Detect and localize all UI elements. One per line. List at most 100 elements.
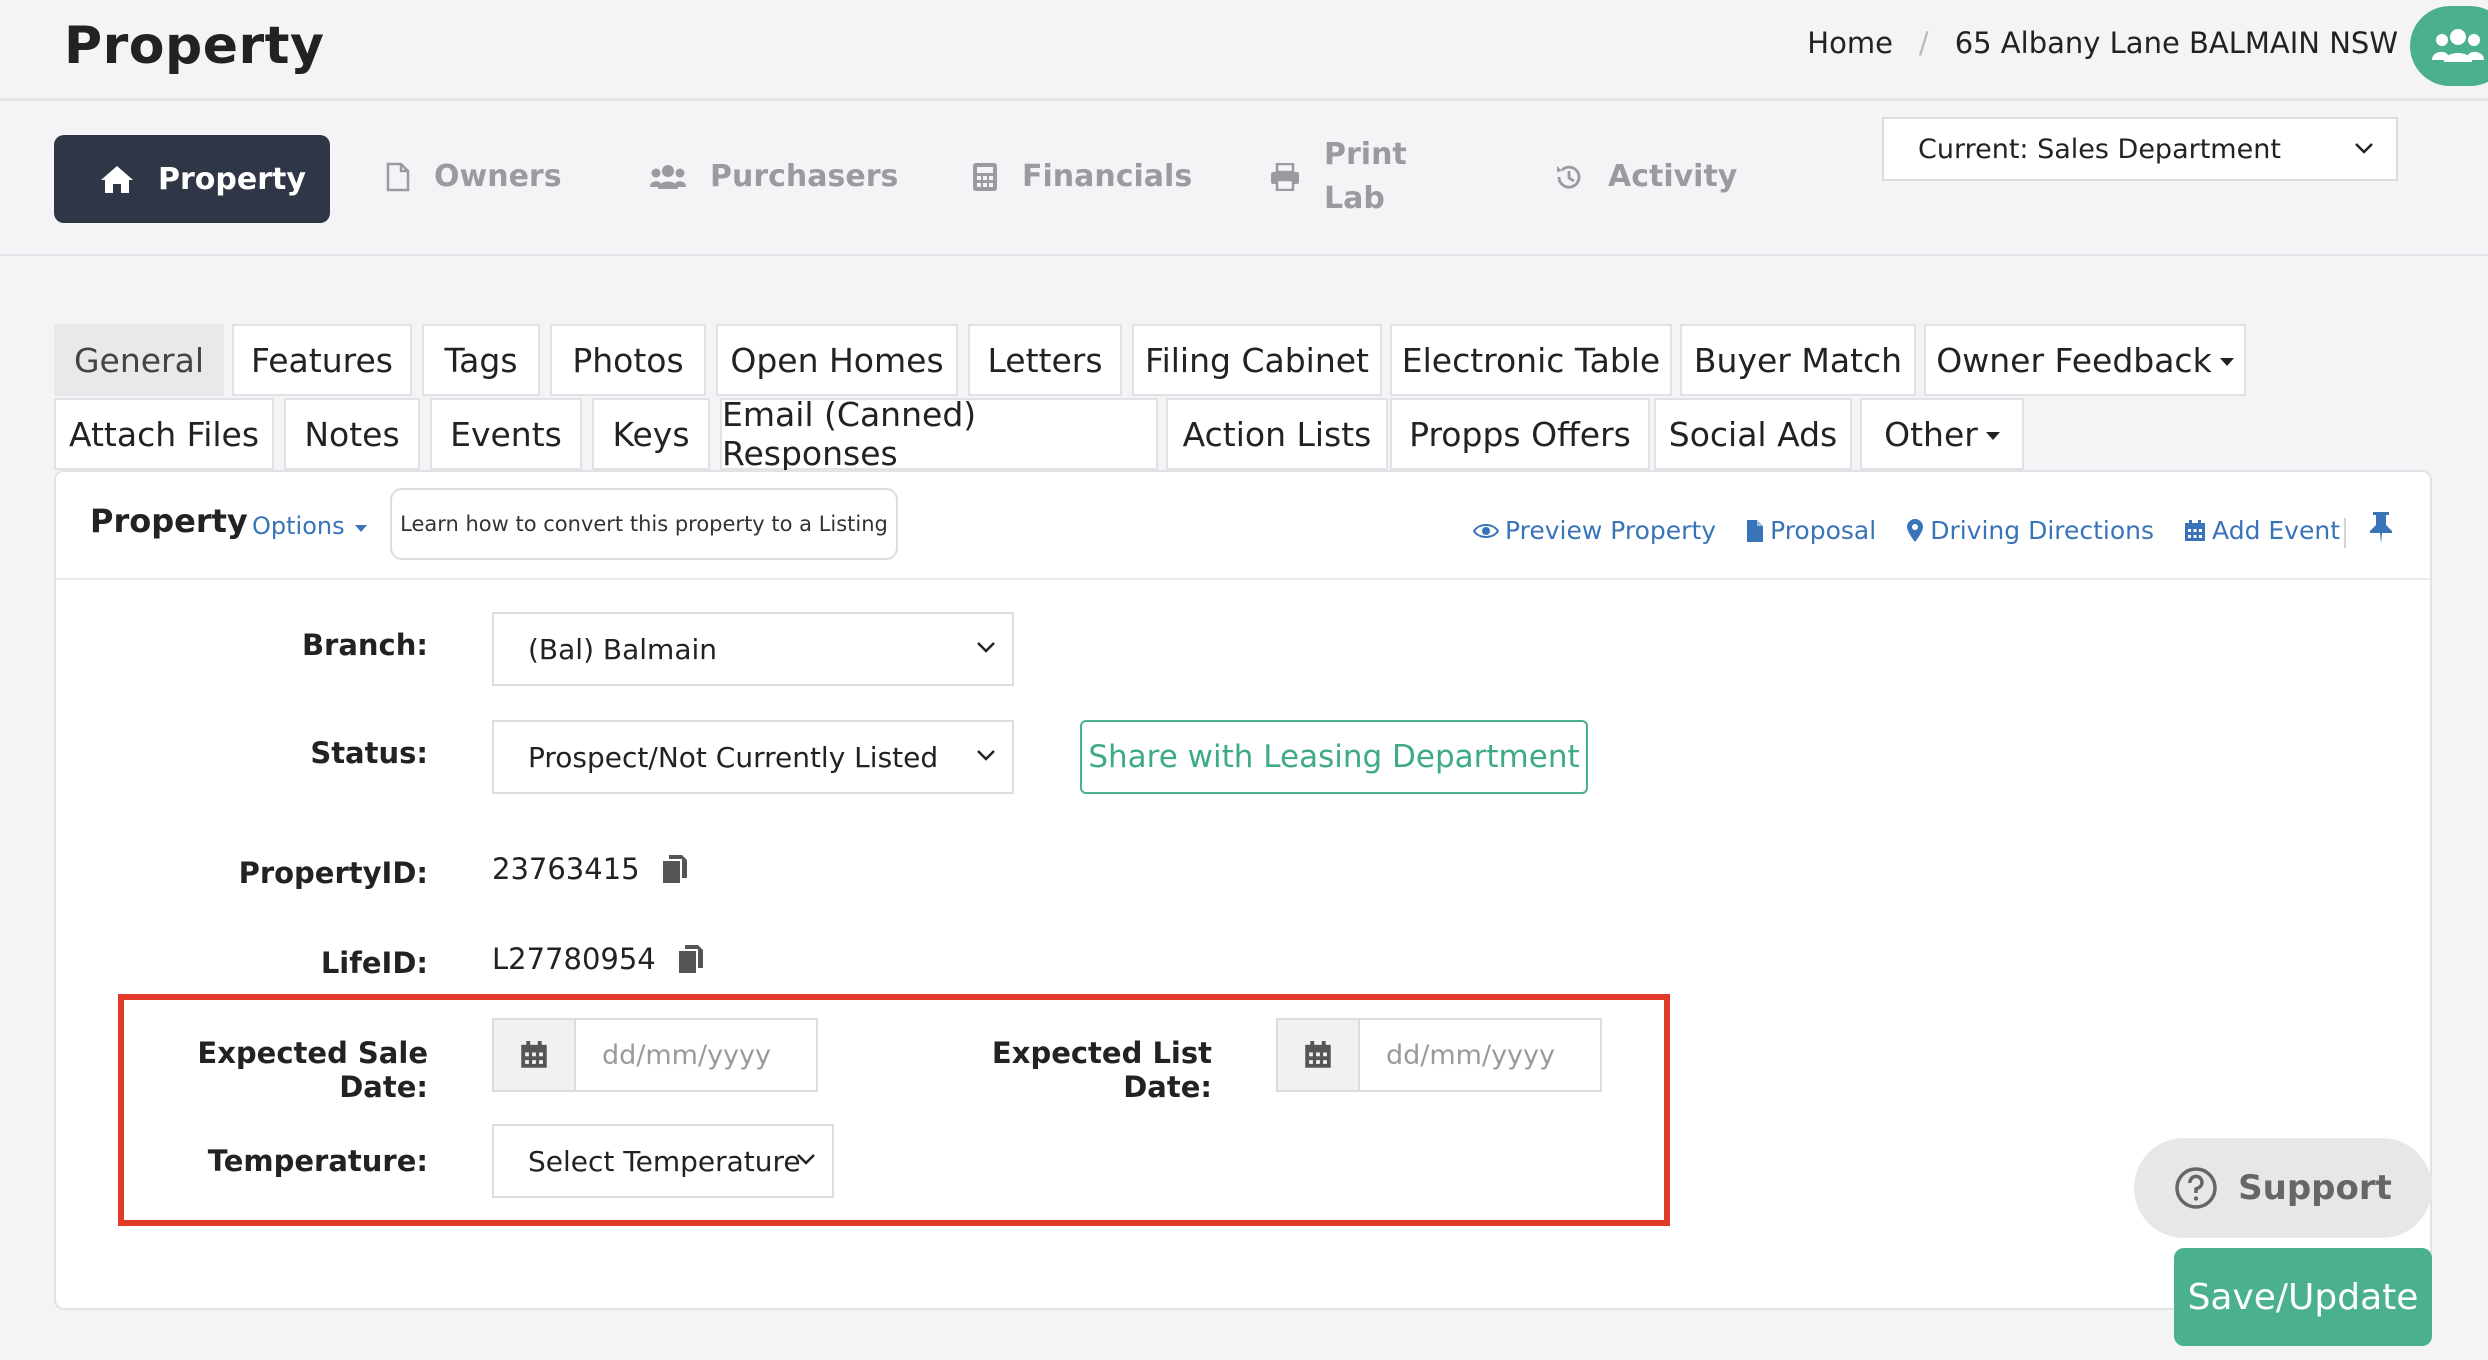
expected-list-date-field[interactable] [1276, 1018, 1602, 1092]
nav-print-lab[interactable]: Print Lab [1270, 133, 1407, 221]
property-id-text: 23763415 [492, 852, 640, 886]
save-update-button[interactable]: Save/Update [2174, 1248, 2432, 1346]
calendar-icon-button[interactable] [1278, 1020, 1360, 1090]
file-icon [386, 162, 410, 191]
tab-general[interactable]: General [54, 324, 224, 396]
nav-activity[interactable]: Activity [1554, 159, 1737, 194]
expected-sale-date-input[interactable] [576, 1020, 816, 1090]
user-menu-button[interactable] [2410, 6, 2488, 86]
options-dropdown[interactable]: Options [252, 512, 367, 540]
tab-other[interactable]: Other [1860, 398, 2024, 470]
tab-other-label: Other [1884, 414, 1978, 454]
calculator-icon [973, 162, 997, 191]
proposal-label: Proposal [1770, 516, 1877, 545]
property-id-value: 23763415 [492, 852, 688, 886]
nav-print-lab-line1: Print [1324, 137, 1407, 172]
panel-header: Property Options Learn how to convert th… [56, 472, 2430, 580]
calendar-icon [2185, 519, 2206, 541]
branch-select-value: (Bal) Balmain [528, 632, 717, 666]
branch-select[interactable]: (Bal) Balmain [492, 612, 1014, 686]
tab-owner-feedback[interactable]: Owner Feedback [1924, 324, 2246, 396]
chevron-down-icon [977, 642, 995, 653]
question-circle-icon [2175, 1167, 2217, 1209]
tab-email-canned-responses[interactable]: Email (Canned) Responses [720, 395, 1158, 473]
map-marker-icon [1907, 518, 1924, 542]
proposal-link[interactable]: Proposal [1746, 516, 1876, 545]
temperature-label: Temperature: [207, 1144, 428, 1178]
printer-icon [1271, 163, 1299, 191]
tab-attach-files[interactable]: Attach Files [54, 398, 274, 470]
temperature-select-value: Select Temperature [528, 1144, 801, 1178]
tab-propps-offers[interactable]: Propps Offers [1390, 398, 1650, 470]
preview-property-link[interactable]: Preview Property [1473, 516, 1716, 545]
tab-owner-feedback-label: Owner Feedback [1936, 340, 2212, 380]
expected-sale-date-label: Expected Sale Date: [197, 1036, 428, 1104]
calendar-icon [1305, 1041, 1331, 1068]
caret-down-icon [2219, 358, 2234, 366]
life-id-text: L27780954 [492, 942, 656, 976]
learn-convert-button[interactable]: Learn how to convert this property to a … [390, 488, 898, 560]
eye-icon [1473, 523, 1499, 538]
tab-letters[interactable]: Letters [968, 324, 1122, 396]
breadcrumb: Home / 65 Albany Lane BALMAIN NSW [1807, 26, 2398, 60]
department-select-value: Current: Sales Department [1918, 133, 2281, 165]
tab-keys[interactable]: Keys [592, 398, 710, 470]
caret-down-icon [1985, 432, 2000, 440]
nav-property[interactable]: Property [54, 135, 330, 223]
tab-photos[interactable]: Photos [550, 324, 706, 396]
nav-purchasers[interactable]: Purchasers [650, 159, 898, 194]
share-with-leasing-button[interactable]: Share with Leasing Department [1080, 720, 1588, 794]
branch-label: Branch: [301, 628, 428, 662]
options-label: Options [252, 512, 345, 540]
calendar-icon [521, 1041, 547, 1068]
copy-icon[interactable] [678, 944, 704, 974]
breadcrumb-home[interactable]: Home [1807, 26, 1893, 60]
status-select[interactable]: Prospect/Not Currently Listed [492, 720, 1014, 794]
nav-purchasers-label: Purchasers [710, 159, 899, 194]
tab-features[interactable]: Features [232, 324, 412, 396]
chevron-down-icon [797, 1154, 815, 1165]
tab-social-ads[interactable]: Social Ads [1654, 398, 1852, 470]
status-label: Status: [310, 736, 428, 770]
nav-activity-label: Activity [1608, 159, 1738, 194]
panel-title: Property [90, 502, 248, 540]
expected-list-date-input[interactable] [1360, 1020, 1600, 1090]
status-select-value: Prospect/Not Currently Listed [528, 740, 939, 774]
tab-electronic-table[interactable]: Electronic Table [1390, 324, 1672, 396]
expected-list-date-label: Expected List Date: [991, 1036, 1212, 1104]
department-select[interactable]: Current: Sales Department [1882, 117, 2398, 181]
preview-property-label: Preview Property [1505, 516, 1717, 545]
driving-directions-label: Driving Directions [1930, 516, 2155, 545]
nav-financials-label: Financials [1022, 159, 1193, 194]
add-event-label: Add Event [2212, 516, 2340, 545]
tab-notes[interactable]: Notes [284, 398, 420, 470]
tab-buyer-match[interactable]: Buyer Match [1680, 324, 1916, 396]
tab-filing-cabinet[interactable]: Filing Cabinet [1132, 324, 1382, 396]
breadcrumb-current: 65 Albany Lane BALMAIN NSW [1954, 26, 2398, 60]
tab-tags[interactable]: Tags [422, 324, 540, 396]
expected-sale-date-field[interactable] [492, 1018, 818, 1092]
add-event-link[interactable]: Add Event [2184, 516, 2340, 545]
panel-actions: Preview Property Proposal Driving Direct… [1473, 516, 2340, 545]
tab-events[interactable]: Events [430, 398, 582, 470]
life-id-value: L27780954 [492, 942, 704, 976]
property-id-label: PropertyID: [238, 856, 428, 890]
nav-financials[interactable]: Financials [972, 159, 1192, 194]
copy-icon[interactable] [662, 854, 688, 884]
nav-owners[interactable]: Owners [386, 159, 562, 194]
panel-actions-divider [2344, 518, 2346, 548]
temperature-select[interactable]: Select Temperature [492, 1124, 834, 1198]
calendar-icon-button[interactable] [494, 1020, 576, 1090]
users-icon [2432, 29, 2484, 62]
support-label: Support [2238, 1168, 2392, 1208]
life-id-label: LifeID: [320, 946, 428, 980]
file-icon [1747, 519, 1764, 542]
page-title: Property [64, 16, 325, 76]
tab-action-lists[interactable]: Action Lists [1166, 398, 1388, 470]
nav-owners-label: Owners [434, 159, 562, 194]
pin-icon[interactable] [2368, 510, 2394, 544]
nav-property-label: Property [158, 161, 306, 197]
driving-directions-link[interactable]: Driving Directions [1906, 516, 2154, 545]
tab-open-homes[interactable]: Open Homes [716, 324, 958, 396]
support-button[interactable]: Support [2134, 1138, 2432, 1238]
